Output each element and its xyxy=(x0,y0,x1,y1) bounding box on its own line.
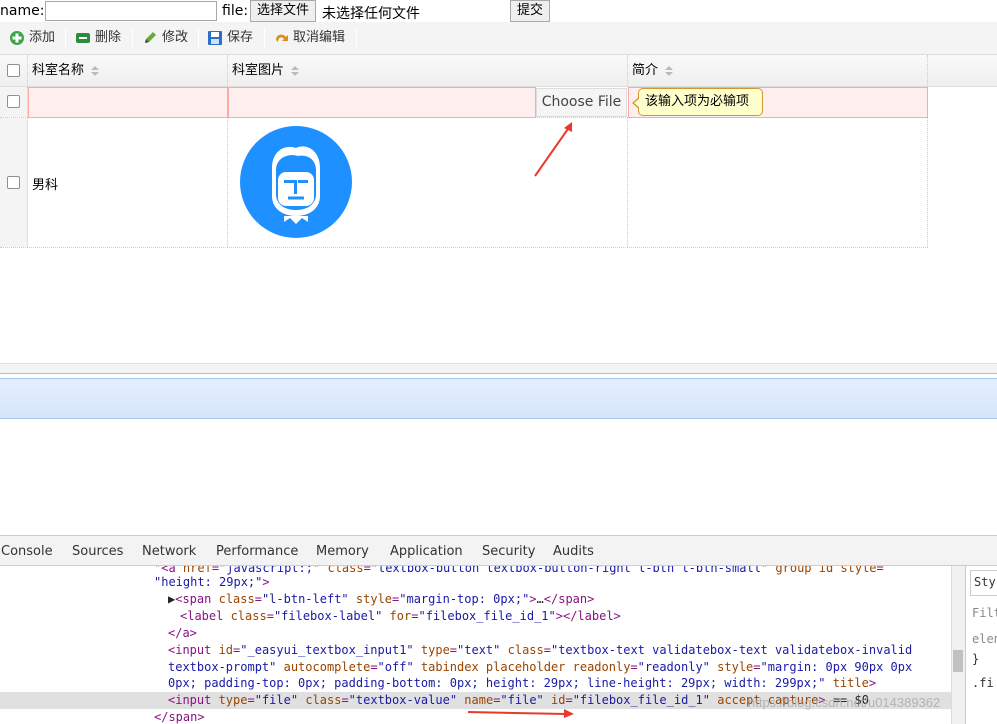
sort-icon xyxy=(291,65,300,76)
code-line[interactable]: textbox-prompt" autocomplete="off" tabin… xyxy=(168,659,912,676)
edit-button[interactable]: 修改 xyxy=(140,27,188,49)
code-line[interactable]: ▶<span class="l-btn-left" style="margin-… xyxy=(168,591,594,608)
upload-form: name: file: 选择文件 未选择任何文件 提交 xyxy=(0,0,997,22)
tab-network[interactable]: Network xyxy=(142,544,196,559)
column-label: 科室名称 xyxy=(32,63,85,78)
add-label: 添加 xyxy=(29,30,56,45)
submit-button[interactable]: 提交 xyxy=(510,0,550,22)
edit-label: 修改 xyxy=(162,30,189,45)
layout-divider xyxy=(0,373,997,377)
save-label: 保存 xyxy=(227,30,254,45)
datagrid-toolbar: 添加 删除 修改 保存 取消编辑 xyxy=(0,22,997,55)
tab-security[interactable]: Security xyxy=(482,544,535,559)
choose-file-button[interactable]: 选择文件 xyxy=(250,0,317,22)
edit-icon xyxy=(145,32,156,43)
remove-icon xyxy=(76,33,90,43)
department-name-input[interactable] xyxy=(28,87,228,118)
delete-label: 删除 xyxy=(95,30,122,45)
sort-icon xyxy=(665,65,674,76)
file-label: file: xyxy=(222,3,249,19)
undo-icon xyxy=(276,34,288,42)
style-brace: } xyxy=(972,652,980,666)
save-icon xyxy=(208,31,222,45)
datagrid-header: 科室名称 科室图片 简介 xyxy=(0,55,997,87)
department-avatar-icon xyxy=(240,126,352,238)
sort-icon xyxy=(91,65,100,76)
style-rule: .fi xyxy=(972,676,994,690)
code-line[interactable]: </a> xyxy=(168,625,197,642)
delete-button[interactable]: 删除 xyxy=(73,27,121,49)
name-input[interactable] xyxy=(45,1,217,21)
tab-application[interactable]: Application xyxy=(390,544,463,559)
styles-pane: Sty Filte elen } .fi xyxy=(965,566,997,724)
row-checkbox-cell xyxy=(0,118,28,247)
toolbar-divider xyxy=(132,28,133,48)
department-name-cell: 男科 xyxy=(28,118,228,247)
column-label: 科室图片 xyxy=(232,63,285,78)
panel-header-band xyxy=(0,378,997,419)
header-checkbox-cell xyxy=(0,55,28,87)
annotation-underline-arrow-icon xyxy=(467,709,574,718)
add-button[interactable]: 添加 xyxy=(7,27,55,49)
row-checkbox[interactable] xyxy=(7,95,20,108)
devtools-tabbar: Console Sources Network Performance Memo… xyxy=(0,535,997,566)
column-header-image[interactable]: 科室图片 xyxy=(228,55,628,87)
row-checkbox[interactable] xyxy=(7,176,20,189)
filter-input[interactable]: Filte xyxy=(972,606,997,620)
element-style-label: elen xyxy=(972,632,997,646)
code-line[interactable]: <input id="_easyui_textbox_input1" type=… xyxy=(168,642,912,659)
department-image-field[interactable] xyxy=(228,87,536,118)
watermark: https://blog.csdn.net/u014389362 xyxy=(748,695,941,710)
name-label: name: xyxy=(0,3,45,19)
column-header-name[interactable]: 科室名称 xyxy=(28,55,228,87)
select-all-checkbox[interactable] xyxy=(7,64,20,77)
scrollbar-thumb[interactable] xyxy=(953,650,963,672)
code-line[interactable]: "height: 29px;"> xyxy=(154,574,270,591)
column-label: 简介 xyxy=(632,63,659,78)
styles-tab[interactable]: Sty xyxy=(970,570,997,596)
row-checkbox-cell xyxy=(0,87,28,117)
elements-scrollbar[interactable] xyxy=(951,566,965,724)
column-header-intro[interactable]: 简介 xyxy=(628,55,928,87)
toolbar-divider xyxy=(198,28,199,48)
tab-memory[interactable]: Memory xyxy=(316,544,369,559)
tab-sources[interactable]: Sources xyxy=(72,544,123,559)
save-button[interactable]: 保存 xyxy=(205,27,253,49)
tab-performance[interactable]: Performance xyxy=(216,544,298,559)
code-line[interactable]: <label class="filebox-label" for="filebo… xyxy=(180,608,621,625)
table-row[interactable]: 男科 xyxy=(0,118,928,248)
code-line[interactable]: </span> xyxy=(154,709,205,724)
add-icon xyxy=(10,31,24,45)
cancel-edit-button[interactable]: 取消编辑 xyxy=(271,27,345,49)
validation-tooltip: 该输入项为必输项 xyxy=(632,88,763,116)
image-choose-file-button[interactable]: Choose File xyxy=(536,88,627,117)
datagrid-pager xyxy=(0,363,997,373)
annotation-arrow-icon xyxy=(534,122,572,177)
toolbar-divider xyxy=(65,28,66,48)
intro-cell xyxy=(628,118,928,247)
toolbar-divider xyxy=(264,28,265,48)
toolbar-divider xyxy=(356,28,357,48)
cancel-edit-label: 取消编辑 xyxy=(293,30,346,45)
department-name: 男科 xyxy=(32,178,59,193)
code-line[interactable]: 0px; padding-top: 0px; padding-bottom: 0… xyxy=(168,675,876,692)
tab-console[interactable]: Console xyxy=(1,544,53,559)
tab-audits[interactable]: Audits xyxy=(553,544,594,559)
no-file-text: 未选择任何文件 xyxy=(322,6,420,22)
